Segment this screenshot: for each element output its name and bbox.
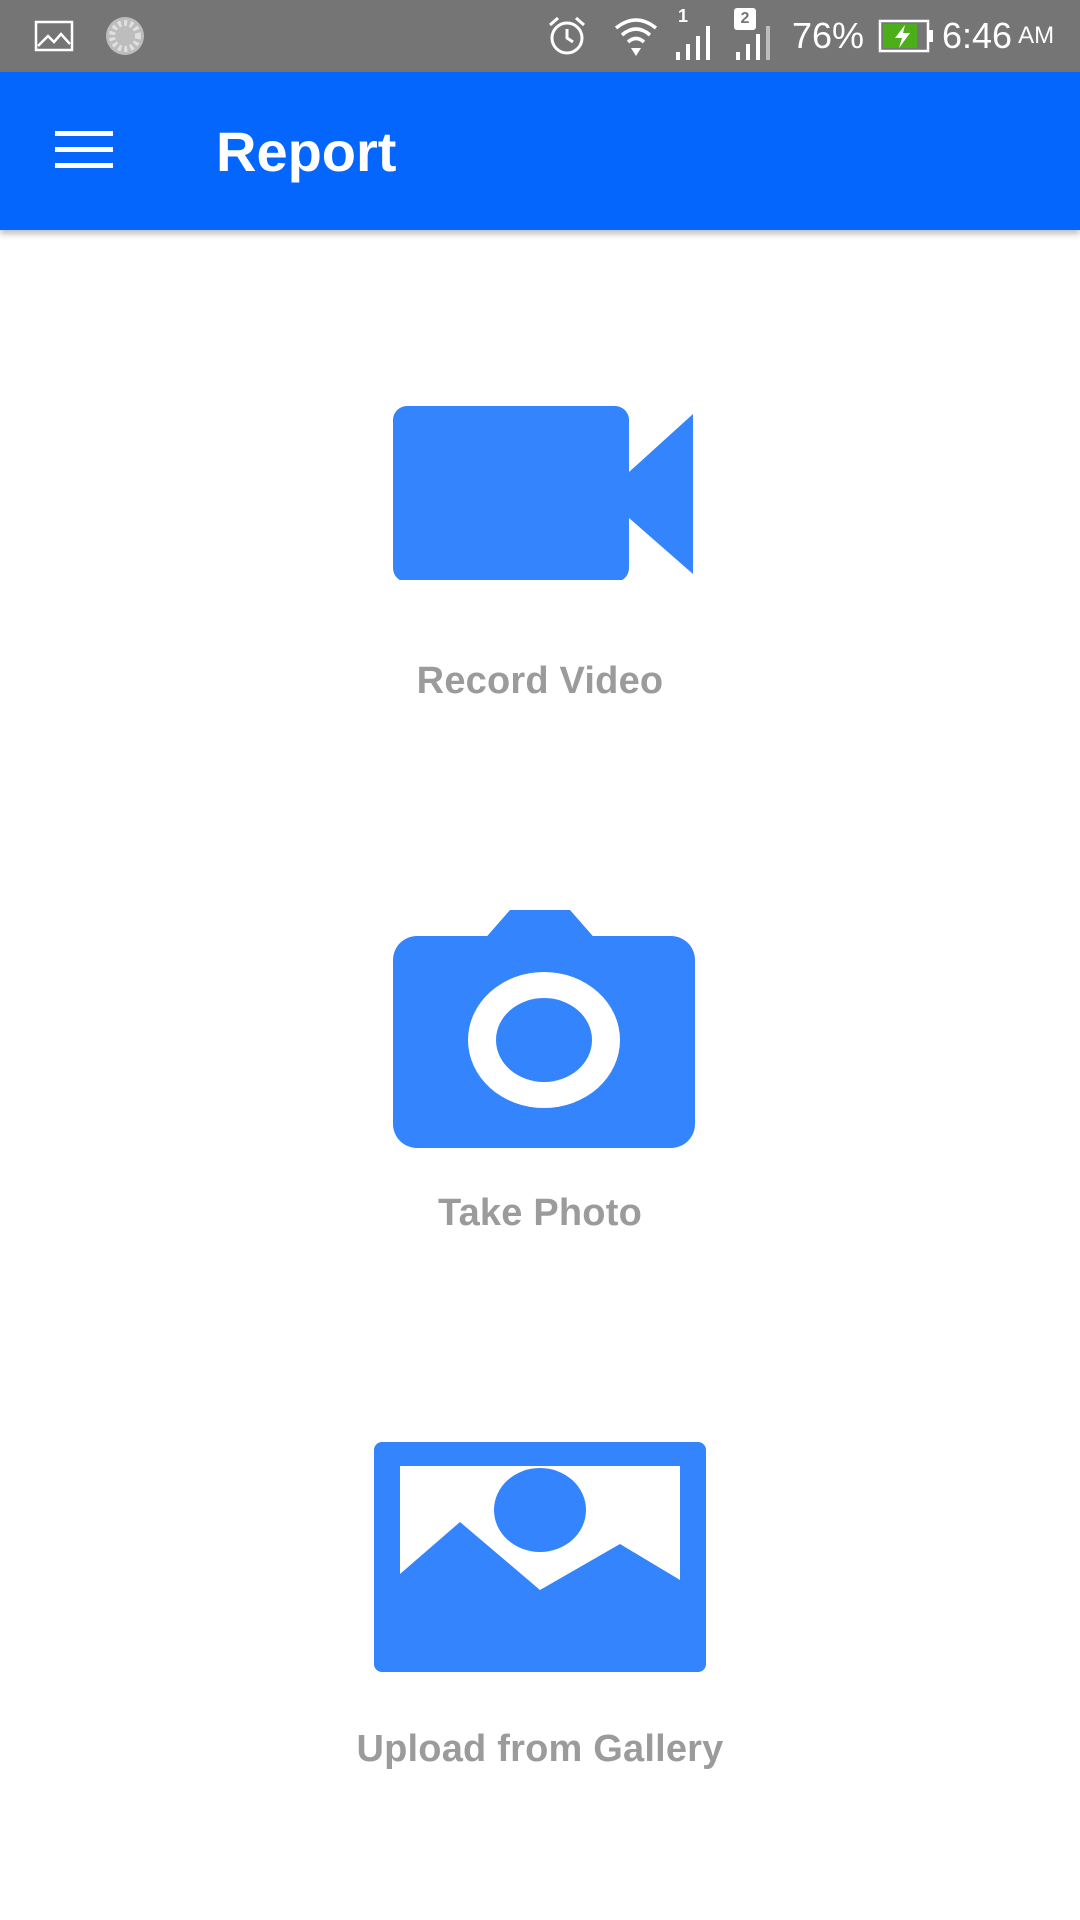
- take-photo-label: Take Photo: [438, 1192, 642, 1234]
- record-video-button[interactable]: Record Video: [290, 390, 790, 703]
- page-title: Report: [216, 119, 397, 183]
- upload-from-gallery-button[interactable]: Upload from Gallery: [290, 1440, 790, 1771]
- battery-charging-icon: [878, 0, 934, 72]
- hamburger-menu-icon: [55, 131, 113, 168]
- signal-sim2-icon: 2: [732, 0, 782, 72]
- app-bar: Report: [0, 72, 1080, 230]
- status-bar: 1 2 76% 6:46 AM: [0, 0, 1080, 72]
- alarm-icon: [546, 0, 588, 72]
- gallery-image-icon: [374, 1442, 706, 1672]
- wifi-icon: [612, 0, 660, 72]
- signal-sim1-icon: 1: [672, 0, 722, 72]
- battery-percent: 76%: [792, 15, 865, 56]
- take-photo-button[interactable]: Take Photo: [290, 900, 790, 1235]
- video-camera-icon: [393, 406, 693, 580]
- record-video-label: Record Video: [416, 660, 664, 702]
- gallery-notification-icon: [34, 0, 74, 72]
- photo-camera-icon: [393, 910, 695, 1148]
- clock: 6:46 AM: [942, 15, 1055, 56]
- upload-from-gallery-label: Upload from Gallery: [356, 1728, 724, 1770]
- menu-button[interactable]: [28, 94, 140, 206]
- loading-spinner-icon: [104, 0, 146, 72]
